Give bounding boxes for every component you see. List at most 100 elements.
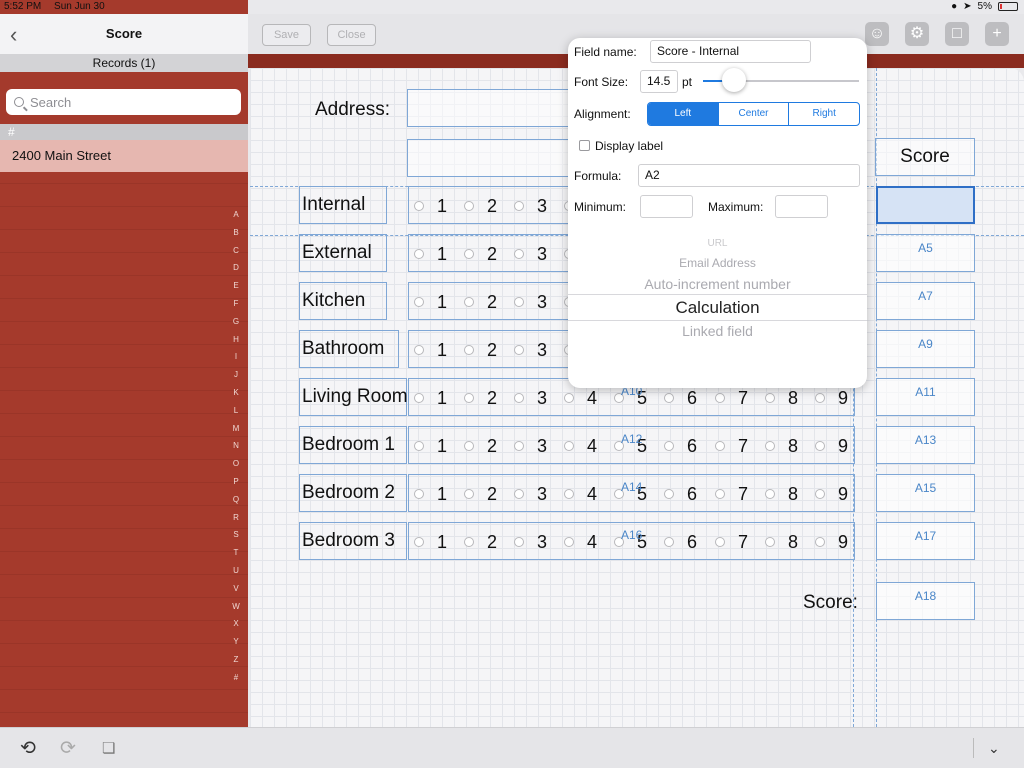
undo-icon[interactable]: ⟲ xyxy=(20,737,36,760)
gear-icon[interactable]: ⚙ xyxy=(905,22,929,46)
radio-circle-icon[interactable] xyxy=(564,393,574,403)
document-icon[interactable]: □ xyxy=(945,22,969,46)
rating-option[interactable]: 8 xyxy=(765,436,798,456)
radio-circle-icon[interactable] xyxy=(564,441,574,451)
index-letter[interactable]: B xyxy=(230,224,242,242)
rating-option[interactable]: 1 xyxy=(414,340,447,360)
radio-circle-icon[interactable] xyxy=(765,489,775,499)
index-letter[interactable]: # xyxy=(230,669,242,687)
radio-circle-icon[interactable] xyxy=(464,537,474,547)
index-letter[interactable]: D xyxy=(230,259,242,277)
picker-option[interactable]: Auto-increment number xyxy=(568,276,867,292)
index-letter[interactable]: U xyxy=(230,562,242,580)
radio-circle-icon[interactable] xyxy=(414,537,424,547)
index-letter[interactable]: Y xyxy=(230,633,242,651)
radio-circle-icon[interactable] xyxy=(514,441,524,451)
index-letter[interactable]: P xyxy=(230,473,242,491)
index-letter[interactable]: X xyxy=(230,615,242,633)
rating-option[interactable]: 1 xyxy=(414,436,447,456)
radio-circle-icon[interactable] xyxy=(414,201,424,211)
plus-icon[interactable]: + xyxy=(985,22,1009,46)
index-letter[interactable]: T xyxy=(230,544,242,562)
rating-option[interactable]: 4 xyxy=(564,436,597,456)
rating-option[interactable]: 7 xyxy=(715,436,748,456)
total-score-field[interactable]: A18 xyxy=(876,582,975,620)
rating-option[interactable]: 9 xyxy=(815,532,848,552)
radio-circle-icon[interactable] xyxy=(514,537,524,547)
rating-option[interactable]: 6 xyxy=(664,436,697,456)
radio-circle-icon[interactable] xyxy=(715,441,725,451)
person-gear-icon[interactable]: ☺ xyxy=(865,22,889,46)
rating-option[interactable]: 2 xyxy=(464,196,497,216)
rating-radio-group[interactable]: 1 2 3 4 5 6 7 8 9 A12 xyxy=(408,426,855,464)
save-button[interactable]: Save xyxy=(262,24,311,46)
radio-circle-icon[interactable] xyxy=(514,249,524,259)
rating-option[interactable]: 4 xyxy=(564,532,597,552)
radio-circle-icon[interactable] xyxy=(464,393,474,403)
rating-option[interactable]: 3 xyxy=(514,388,547,408)
score-field[interactable]: A7 xyxy=(876,282,975,320)
radio-circle-icon[interactable] xyxy=(664,537,674,547)
rating-option[interactable]: 7 xyxy=(715,484,748,504)
picker-selected-option[interactable]: Calculation xyxy=(568,298,867,318)
rating-option[interactable]: 3 xyxy=(514,484,547,504)
display-label-checkbox[interactable] xyxy=(579,140,590,151)
radio-circle-icon[interactable] xyxy=(414,441,424,451)
radio-circle-icon[interactable] xyxy=(815,441,825,451)
radio-circle-icon[interactable] xyxy=(464,201,474,211)
radio-circle-icon[interactable] xyxy=(414,297,424,307)
radio-circle-icon[interactable] xyxy=(514,297,524,307)
radio-circle-icon[interactable] xyxy=(514,393,524,403)
index-letter[interactable]: Z xyxy=(230,651,242,669)
font-size-input[interactable]: 14.5 xyxy=(640,70,678,93)
rating-option[interactable]: 8 xyxy=(765,388,798,408)
rating-option[interactable]: 7 xyxy=(715,388,748,408)
minimum-input[interactable] xyxy=(640,195,693,218)
radio-circle-icon[interactable] xyxy=(664,393,674,403)
rating-option[interactable]: 2 xyxy=(464,244,497,264)
radio-circle-icon[interactable] xyxy=(715,537,725,547)
index-letter[interactable]: N xyxy=(230,437,242,455)
index-letter[interactable]: A xyxy=(230,206,242,224)
rating-option[interactable]: 9 xyxy=(815,388,848,408)
radio-circle-icon[interactable] xyxy=(514,345,524,355)
score-field[interactable]: A15 xyxy=(876,474,975,512)
index-letter[interactable]: K xyxy=(230,384,242,402)
maximum-input[interactable] xyxy=(775,195,828,218)
search-input[interactable]: Search xyxy=(6,89,241,115)
radio-circle-icon[interactable] xyxy=(464,345,474,355)
list-item[interactable]: 2400 Main Street xyxy=(0,140,248,172)
rating-option[interactable]: 2 xyxy=(464,484,497,504)
radio-circle-icon[interactable] xyxy=(414,345,424,355)
radio-circle-icon[interactable] xyxy=(765,441,775,451)
radio-circle-icon[interactable] xyxy=(464,297,474,307)
index-letter[interactable]: L xyxy=(230,402,242,420)
alignment-right[interactable]: Right xyxy=(788,103,859,125)
index-letter[interactable]: C xyxy=(230,242,242,260)
radio-circle-icon[interactable] xyxy=(464,249,474,259)
radio-circle-icon[interactable] xyxy=(815,489,825,499)
redo-icon[interactable]: ⟳ xyxy=(60,737,76,760)
rating-option[interactable]: 2 xyxy=(464,436,497,456)
rating-option[interactable]: 6 xyxy=(664,532,697,552)
section-index[interactable]: A B C D E F G H I J K L M N O P Q R S T U V W X Y Z # xyxy=(230,206,242,687)
rating-option[interactable]: 1 xyxy=(414,196,447,216)
score-field[interactable]: A11 xyxy=(876,378,975,416)
rating-option[interactable]: 2 xyxy=(464,532,497,552)
rating-radio-group[interactable]: 1 2 3 4 5 6 7 8 9 A16 xyxy=(408,522,855,560)
radio-circle-icon[interactable] xyxy=(715,393,725,403)
index-letter[interactable]: G xyxy=(230,313,242,331)
index-letter[interactable]: O xyxy=(230,455,242,473)
rating-option[interactable]: 2 xyxy=(464,388,497,408)
rating-option[interactable]: 3 xyxy=(514,532,547,552)
index-letter[interactable]: M xyxy=(230,420,242,438)
rating-option[interactable]: 1 xyxy=(414,388,447,408)
rating-option[interactable]: 8 xyxy=(765,484,798,504)
index-letter[interactable]: I xyxy=(230,348,242,366)
rating-radio-group[interactable]: 1 2 3 4 5 6 7 8 9 A14 xyxy=(408,474,855,512)
index-letter[interactable]: V xyxy=(230,580,242,598)
rating-option[interactable]: 3 xyxy=(514,292,547,312)
radio-circle-icon[interactable] xyxy=(514,201,524,211)
rating-option[interactable]: 3 xyxy=(514,436,547,456)
radio-circle-icon[interactable] xyxy=(564,537,574,547)
